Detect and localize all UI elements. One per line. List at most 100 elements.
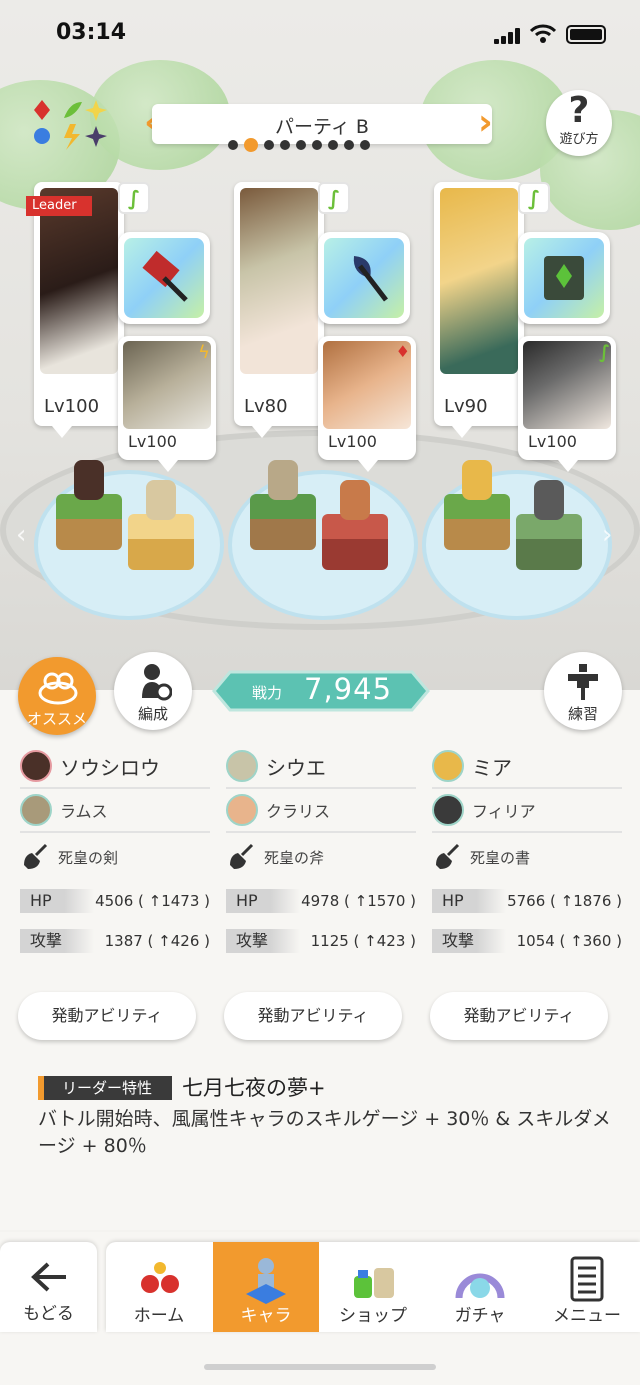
tab-menu[interactable]: メニュー	[534, 1242, 640, 1332]
weapon-slot-3[interactable]	[518, 232, 610, 324]
ability-button-3[interactable]: 発動アビリティ	[430, 992, 608, 1040]
power-value: 7,945	[304, 672, 393, 706]
avatar	[432, 794, 464, 826]
sword-icon	[142, 250, 188, 302]
element-icons	[30, 96, 114, 150]
attack-stat: 攻撃 1125 ( ↑423 )	[226, 921, 416, 961]
hp-label: HP	[432, 889, 506, 913]
sub-level: Lv100	[528, 432, 577, 451]
tab-gacha[interactable]: ガチャ	[427, 1242, 533, 1332]
platform-1	[34, 460, 224, 620]
party-page-dots	[228, 138, 418, 152]
leader-trait-name: 七月七夜の夢+	[182, 1076, 326, 1100]
next-party-button[interactable]: ›	[478, 104, 496, 144]
power-label: 戦力	[252, 684, 283, 702]
main-level: Lv100	[44, 396, 100, 417]
formation-button[interactable]: 編成	[114, 652, 192, 730]
hp-stat: HP 5766 ( ↑1876 )	[432, 881, 622, 921]
main-character-name: シウエ	[266, 755, 326, 780]
main-character-card-1[interactable]: Lv100	[34, 182, 124, 438]
party-page-dot[interactable]	[244, 138, 258, 152]
weapon-name: 死皇の斧	[264, 848, 325, 867]
scroll-right-icon[interactable]: ›	[602, 520, 612, 550]
main-character-card-2[interactable]: Lv80	[234, 182, 324, 438]
sub-portrait	[523, 341, 611, 429]
main-level: Lv80	[244, 396, 288, 417]
training-label: 練習	[567, 705, 598, 723]
party-page-dot[interactable]	[328, 140, 338, 150]
tab-character[interactable]: キャラ	[213, 1242, 319, 1332]
platform-3	[422, 460, 612, 620]
attack-stat: 攻撃 1387 ( ↑426 )	[20, 921, 210, 961]
sub-character-card-2[interactable]: ♦ Lv100	[318, 336, 416, 472]
party-page-dot[interactable]	[344, 140, 354, 150]
back-label: もどる	[23, 1304, 74, 1324]
sub-character-name: ラムス	[60, 802, 108, 821]
weapon-row[interactable]: 死皇の剣	[20, 833, 210, 881]
home-icon	[141, 1262, 179, 1293]
training-dummy-icon	[568, 664, 598, 700]
tab-label: ホーム	[133, 1306, 185, 1326]
main-character-row[interactable]: ソウシロウ	[20, 745, 210, 789]
tab-label: キャラ	[240, 1306, 292, 1326]
main-character-card-3[interactable]: Lv90	[434, 182, 524, 438]
gacha-icon	[455, 1273, 505, 1299]
main-character-row[interactable]: シウエ	[226, 745, 416, 789]
ability-button-1[interactable]: 発動アビリティ	[18, 992, 196, 1040]
hp-label: HP	[20, 889, 94, 913]
help-label: 遊び方	[559, 132, 599, 147]
ability-button-2[interactable]: 発動アビリティ	[224, 992, 402, 1040]
battery-icon	[566, 25, 606, 44]
hp-label: HP	[226, 889, 300, 913]
party-page-dot[interactable]	[280, 140, 290, 150]
sub-character-row[interactable]: クラリス	[226, 789, 416, 833]
weapon-icon	[436, 843, 460, 869]
training-button[interactable]: 練習	[544, 652, 622, 730]
party-name: パーティ B	[275, 116, 369, 138]
recommend-button[interactable]: オススメ	[18, 657, 96, 735]
formation-label: 編成	[137, 705, 168, 723]
member-column-3: ミア フィリア 死皇の書 HP 5766 ( ↑1876 ) 攻撃 1054 (…	[432, 745, 622, 961]
hp-value: 4978 ( ↑1570 )	[301, 892, 416, 910]
platform-2	[228, 460, 418, 620]
weapon-name: 死皇の剣	[58, 848, 119, 867]
member-column-1: ソウシロウ ラムス 死皇の剣 HP 4506 ( ↑1473 ) 攻撃 1387…	[20, 745, 210, 961]
attack-value: 1125 ( ↑423 )	[310, 932, 416, 950]
weapon-slot-2[interactable]	[318, 232, 410, 324]
main-character-row[interactable]: ミア	[432, 745, 622, 789]
weapon-slot-1[interactable]	[118, 232, 210, 324]
home-indicator	[204, 1364, 436, 1370]
wind-element-icon: ∫	[518, 182, 550, 214]
sub-character-name: クラリス	[266, 802, 331, 821]
leader-badge: Leader	[26, 196, 92, 216]
scroll-left-icon[interactable]: ‹	[16, 520, 26, 550]
sub-character-card-1[interactable]: ϟ Lv100	[118, 336, 216, 472]
tab-label: ガチャ	[454, 1306, 506, 1326]
main-character-name: ミア	[472, 755, 512, 780]
thunder-element-icon: ϟ	[198, 342, 210, 363]
weapon-row[interactable]: 死皇の書	[432, 833, 622, 881]
attack-value: 1054 ( ↑360 )	[516, 932, 622, 950]
party-page-dot[interactable]	[360, 140, 370, 150]
help-button[interactable]: ? 遊び方	[546, 90, 612, 156]
sub-character-card-3[interactable]: ∫ Lv100	[518, 336, 616, 472]
tab-home[interactable]: ホーム	[106, 1242, 212, 1332]
attack-label: 攻撃	[432, 929, 506, 953]
sub-character-row[interactable]: ラムス	[20, 789, 210, 833]
avatar	[432, 750, 464, 782]
weapon-name: 死皇の書	[470, 848, 531, 867]
leader-trait-tag: リーダー特性	[38, 1076, 172, 1100]
leader-trait-description: バトル開始時、風属性キャラのスキルゲージ + 30％ & スキルダメージ + 8…	[38, 1108, 611, 1157]
back-button[interactable]: もどる	[0, 1242, 97, 1332]
party-page-dot[interactable]	[312, 140, 322, 150]
wifi-icon	[529, 24, 557, 44]
status-time: 03:14	[56, 20, 127, 45]
sub-character-name: フィリア	[472, 802, 536, 821]
tab-shop[interactable]: ショップ	[320, 1242, 426, 1332]
party-page-dot[interactable]	[296, 140, 306, 150]
weapon-row[interactable]: 死皇の斧	[226, 833, 416, 881]
sub-character-row[interactable]: フィリア	[432, 789, 622, 833]
party-page-dot[interactable]	[264, 140, 274, 150]
character-portrait	[440, 188, 518, 374]
party-page-dot[interactable]	[228, 140, 238, 150]
